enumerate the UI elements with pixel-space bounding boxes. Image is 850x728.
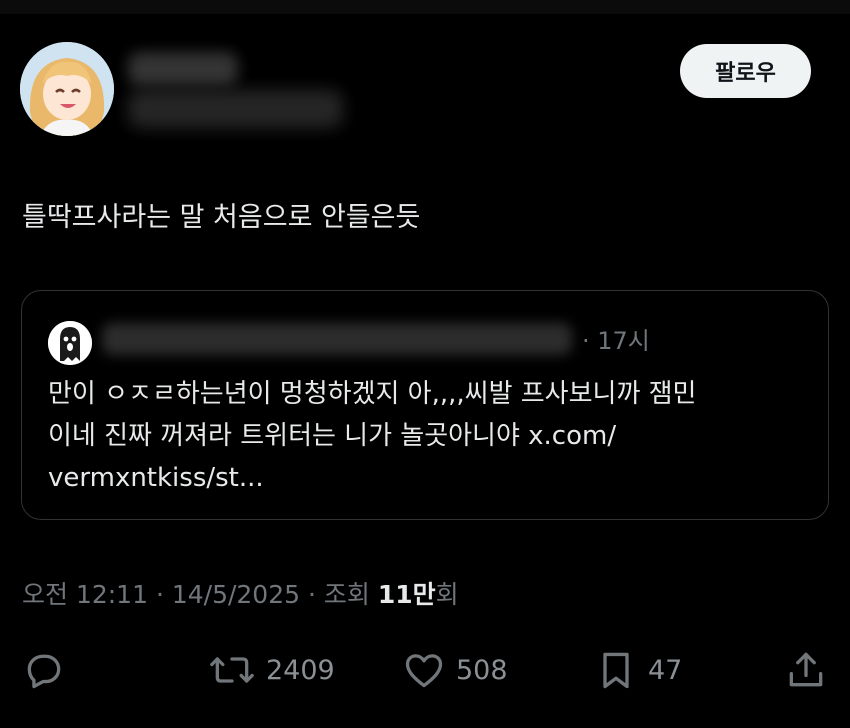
follow-button[interactable]: 팔로우 — [680, 44, 811, 98]
share-button[interactable] — [784, 640, 828, 700]
like-count: 508 — [456, 654, 508, 686]
quoted-tweet-line: 만이 ㅇㅈㄹ하는년이 멍청하겠지 아,,,,씨발 프사보니까 잼민 — [48, 379, 697, 409]
tweet-action-bar: 2409 508 47 — [0, 640, 850, 700]
share-icon — [784, 648, 828, 692]
heart-icon — [402, 648, 446, 692]
view-count-suffix: 회 — [435, 580, 459, 609]
author-handle-redacted — [128, 90, 343, 128]
like-button[interactable]: 508 — [402, 640, 508, 700]
author-avatar[interactable] — [20, 42, 114, 136]
quoted-tweet-text: 만이 ㅇㅈㄹ하는년이 멍청하겠지 아,,,,씨발 프사보니까 잼민 이네 진짜 … — [48, 373, 808, 499]
quoted-tweet-card[interactable]: · 17시 만이 ㅇㅈㄹ하는년이 멍청하겠지 아,,,,씨발 프사보니까 잼민 … — [21, 290, 829, 520]
status-bar-strip — [0, 0, 850, 14]
retweet-icon — [208, 648, 256, 692]
retweet-button[interactable]: 2409 — [208, 640, 335, 700]
quoted-author-name-redacted — [102, 323, 572, 355]
tweet-text: 틀딱프사라는 말 처음으로 안들은듯 — [22, 202, 421, 233]
quoted-author-avatar[interactable] — [48, 321, 92, 365]
reply-button[interactable] — [22, 640, 66, 700]
view-count: 11만 — [377, 580, 436, 609]
retweet-count: 2409 — [266, 654, 335, 686]
tweet-meta: 오전 12:11 · 14/5/2025 · 조회 11만회 — [22, 575, 459, 611]
quoted-tweet-line: 이네 진짜 꺼져라 트위터는 니가 놀곳아니야 x.com/ — [48, 421, 617, 451]
bookmark-count: 47 — [648, 654, 683, 686]
author-name-redacted — [128, 52, 238, 86]
bookmark-icon — [594, 648, 638, 692]
quoted-tweet-line: vermxntkiss/st... — [48, 463, 264, 493]
bookmark-button[interactable]: 47 — [594, 640, 682, 700]
tweet-timestamp[interactable]: 오전 12:11 · 14/5/2025 · 조회 — [22, 580, 378, 609]
quoted-tweet-time: · 17시 — [582, 327, 650, 355]
reply-icon — [22, 648, 66, 692]
